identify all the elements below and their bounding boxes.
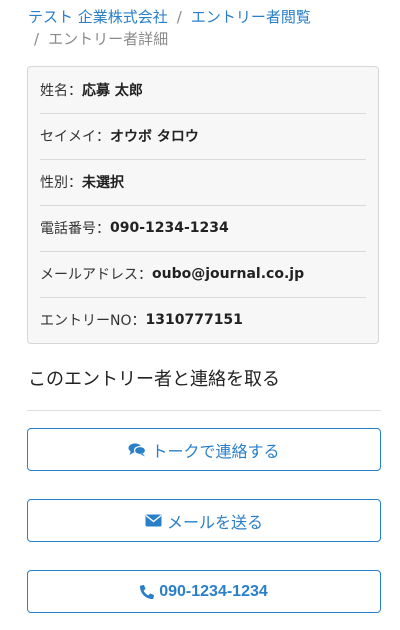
info-label-gender: 性別：	[40, 175, 82, 191]
breadcrumb-line-2: / エントリー者詳細	[28, 28, 388, 50]
phone-icon	[140, 584, 155, 599]
info-value-name: 応募 太郎	[82, 83, 143, 99]
breadcrumb: テスト 企業株式会社 / エントリー者閲覧 / エントリー者詳細	[28, 6, 388, 50]
call-phone-button[interactable]: 090-1234-1234	[27, 570, 381, 613]
info-label-entry-no: エントリーNO：	[40, 313, 146, 329]
comments-icon	[128, 442, 147, 457]
send-mail-button-label: メールを送る	[166, 514, 263, 532]
section-divider	[27, 410, 381, 411]
talk-contact-button[interactable]: トークで連絡する	[27, 428, 381, 471]
info-row-entry-no: エントリーNO： 1310777151	[40, 297, 366, 343]
envelope-icon	[145, 514, 162, 527]
breadcrumb-current: エントリー者詳細	[48, 30, 169, 48]
info-label-name: 姓名：	[40, 83, 82, 99]
info-row-gender: 性別： 未選択	[40, 159, 366, 206]
info-value-gender: 未選択	[82, 175, 124, 191]
info-value-entry-no: 1310777151	[145, 312, 243, 328]
breadcrumb-separator: /	[176, 8, 182, 26]
info-label-phone: 電話番号：	[40, 221, 110, 237]
info-label-kana: セイメイ：	[40, 129, 110, 145]
info-row-phone: 電話番号： 090-1234-1234	[40, 205, 366, 252]
call-phone-button-label: 090-1234-1234	[159, 582, 268, 600]
info-row-kana: セイメイ： オウボ タロウ	[40, 113, 366, 160]
info-value-kana: オウボ タロウ	[110, 129, 199, 145]
info-value-email: oubo@journal.co.jp	[152, 266, 305, 282]
info-row-email: メールアドレス： oubo@journal.co.jp	[40, 251, 366, 298]
contact-heading: このエントリー者と連絡を取る	[28, 369, 280, 390]
info-label-email: メールアドレス：	[40, 267, 152, 283]
breadcrumb-link-entries[interactable]: エントリー者閲覧	[191, 8, 311, 26]
send-mail-button[interactable]: メールを送る	[27, 499, 381, 542]
breadcrumb-line-1: テスト 企業株式会社 / エントリー者閲覧	[28, 6, 388, 28]
info-value-phone: 090-1234-1234	[110, 220, 229, 236]
talk-contact-button-label: トークで連絡する	[151, 443, 280, 461]
breadcrumb-link-company[interactable]: テスト 企業株式会社	[28, 8, 168, 26]
entrant-info-card: 姓名： 応募 太郎 セイメイ： オウボ タロウ 性別： 未選択 電話番号： 090-12…	[27, 66, 379, 344]
info-row-name: 姓名： 応募 太郎	[40, 67, 366, 114]
breadcrumb-separator: /	[34, 30, 40, 48]
